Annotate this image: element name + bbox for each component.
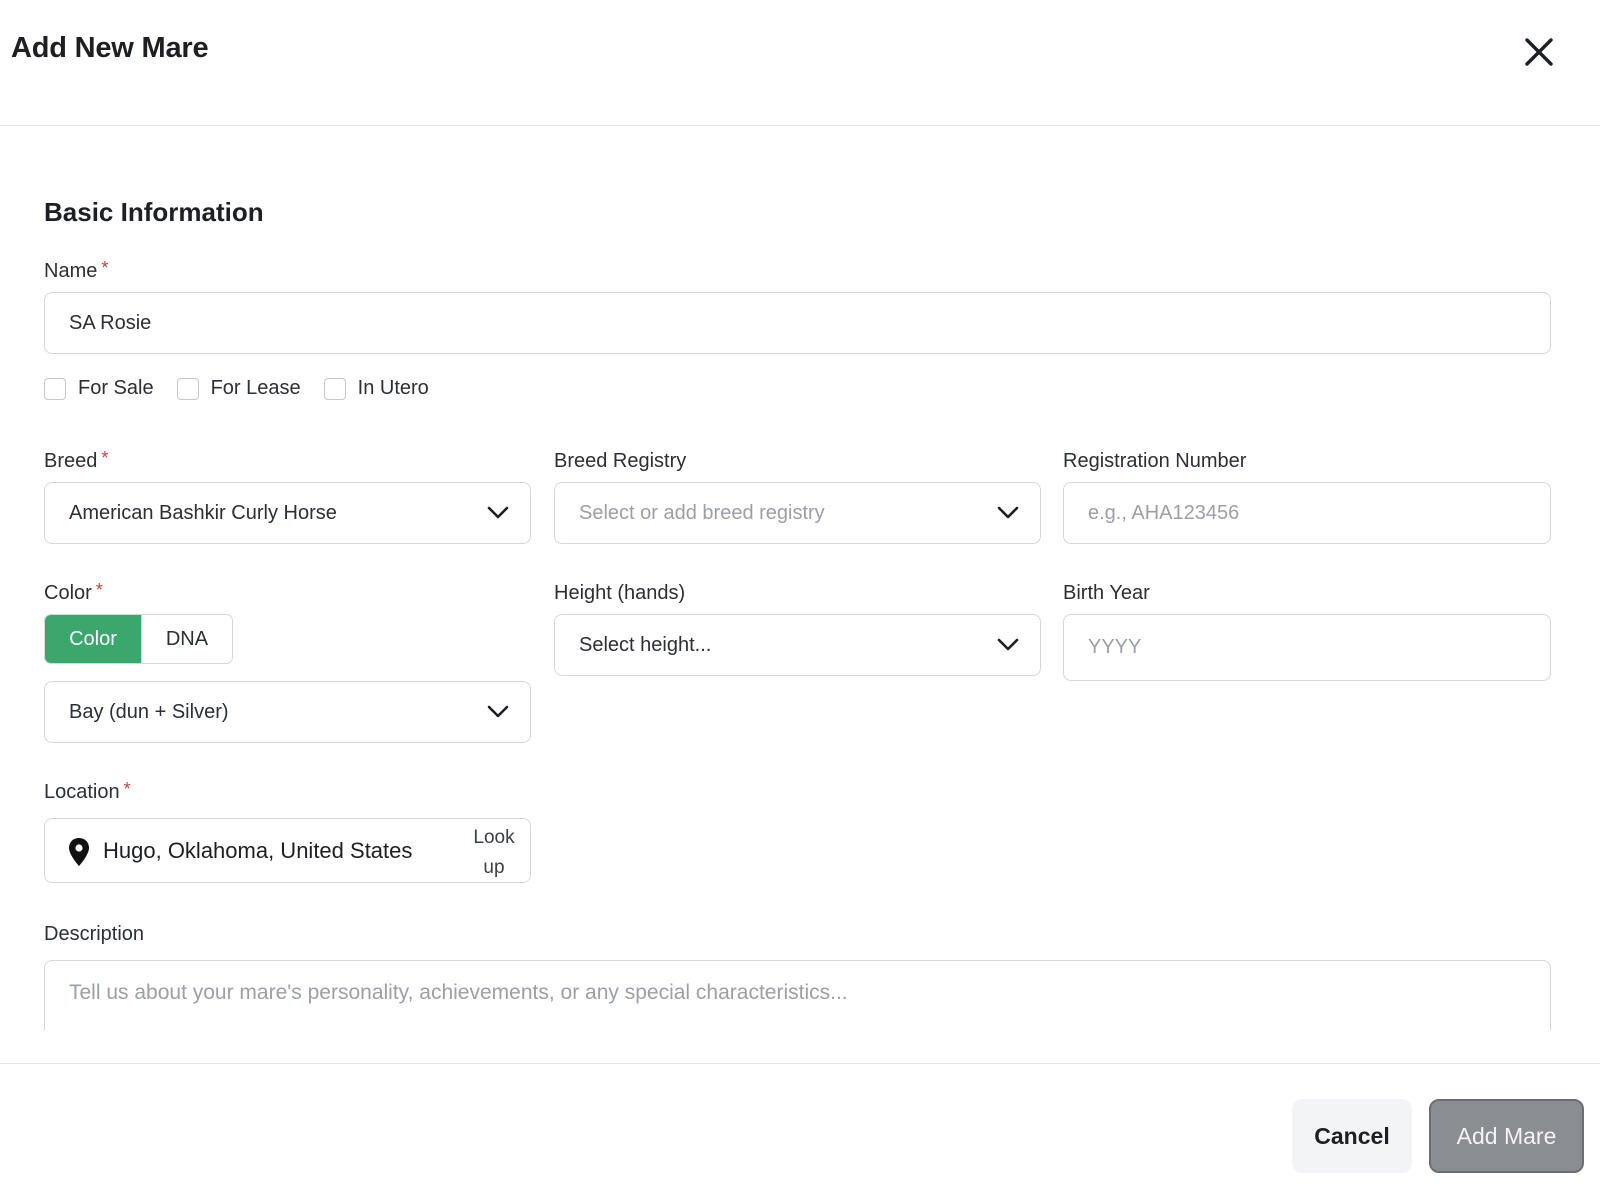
modal-title: Add New Mare: [11, 32, 209, 64]
breed-select[interactable]: American Bashkir Curly Horse: [44, 482, 531, 544]
in-utero-checkbox[interactable]: In Utero: [323, 377, 429, 400]
location-label: Location *: [44, 779, 131, 804]
listing-flags: For Sale For Lease In Utero: [44, 377, 452, 400]
for-sale-checkbox[interactable]: For Sale: [44, 377, 154, 400]
checkbox-box[interactable]: [323, 377, 346, 400]
chevron-down-icon: [487, 506, 509, 519]
required-mark: *: [101, 258, 109, 278]
checkbox-box[interactable]: [176, 377, 199, 400]
modal-header: Add New Mare: [0, 0, 1600, 126]
height-select-value: Select height...: [579, 633, 712, 656]
breed-registry-placeholder: Select or add breed registry: [579, 501, 825, 524]
required-mark: *: [123, 779, 131, 799]
breed-registry-label: Breed Registry: [554, 450, 687, 472]
breed-label: Breed *: [44, 448, 109, 473]
registration-number-input[interactable]: e.g., AHA123456: [1063, 482, 1551, 544]
color-select[interactable]: Bay (dun + Silver): [44, 681, 531, 743]
required-mark: *: [101, 448, 109, 468]
color-select-value: Bay (dun + Silver): [69, 700, 229, 723]
height-label: Height (hands): [554, 582, 686, 604]
color-mode-color-button[interactable]: Color: [45, 615, 141, 663]
height-select[interactable]: Select height...: [554, 614, 1041, 676]
registration-number-placeholder: e.g., AHA123456: [1088, 501, 1240, 524]
for-lease-checkbox[interactable]: For Lease: [176, 377, 301, 400]
birth-year-label: Birth Year: [1063, 582, 1150, 604]
name-label-text: Name: [44, 260, 98, 282]
registration-number-label: Registration Number: [1063, 450, 1247, 472]
chevron-down-icon: [997, 506, 1019, 519]
name-input[interactable]: SA Rosie: [44, 292, 1551, 354]
breed-label-text: Breed: [44, 450, 98, 472]
description-textarea[interactable]: Tell us about your mare's personality, a…: [44, 960, 1551, 1030]
close-button[interactable]: [1519, 32, 1559, 72]
chevron-down-icon: [997, 638, 1019, 651]
lookup-line-1: Look: [473, 827, 515, 848]
birth-year-input[interactable]: YYYY: [1063, 614, 1551, 681]
color-mode-toggle: Color DNA: [44, 614, 233, 664]
close-icon: [1525, 38, 1553, 66]
section-title-basic-information: Basic Information: [44, 197, 264, 227]
in-utero-label: In Utero: [357, 377, 429, 399]
color-label: Color *: [44, 580, 103, 605]
location-label-text: Location: [44, 781, 120, 803]
description-placeholder: Tell us about your mare's personality, a…: [69, 981, 848, 1004]
checkbox-box[interactable]: [44, 377, 66, 400]
cancel-button[interactable]: Cancel: [1292, 1099, 1412, 1173]
location-value: Hugo, Oklahoma, United States: [103, 838, 413, 863]
breed-registry-select[interactable]: Select or add breed registry: [554, 482, 1041, 544]
for-lease-label: For Lease: [210, 377, 301, 399]
map-pin-icon: [69, 838, 89, 866]
required-mark: *: [95, 580, 103, 600]
breed-select-value: American Bashkir Curly Horse: [69, 501, 337, 524]
lookup-line-2: up: [483, 857, 505, 878]
description-label: Description: [44, 923, 145, 945]
add-mare-modal: Add New Mare Basic Information Name * SA …: [0, 0, 1600, 1186]
birth-year-placeholder: YYYY: [1088, 636, 1142, 658]
name-input-value: SA Rosie: [69, 311, 152, 334]
for-sale-label: For Sale: [78, 377, 154, 399]
name-label: Name *: [44, 258, 109, 283]
add-mare-button[interactable]: Add Mare: [1429, 1099, 1584, 1173]
location-lookup-button[interactable]: Look up: [468, 823, 520, 883]
color-label-text: Color: [44, 582, 92, 604]
modal-footer: Cancel Add Mare: [0, 1063, 1600, 1186]
location-input[interactable]: Hugo, Oklahoma, United States Look up: [44, 818, 531, 883]
color-mode-dna-button[interactable]: DNA: [140, 615, 232, 663]
chevron-down-icon: [487, 705, 509, 718]
